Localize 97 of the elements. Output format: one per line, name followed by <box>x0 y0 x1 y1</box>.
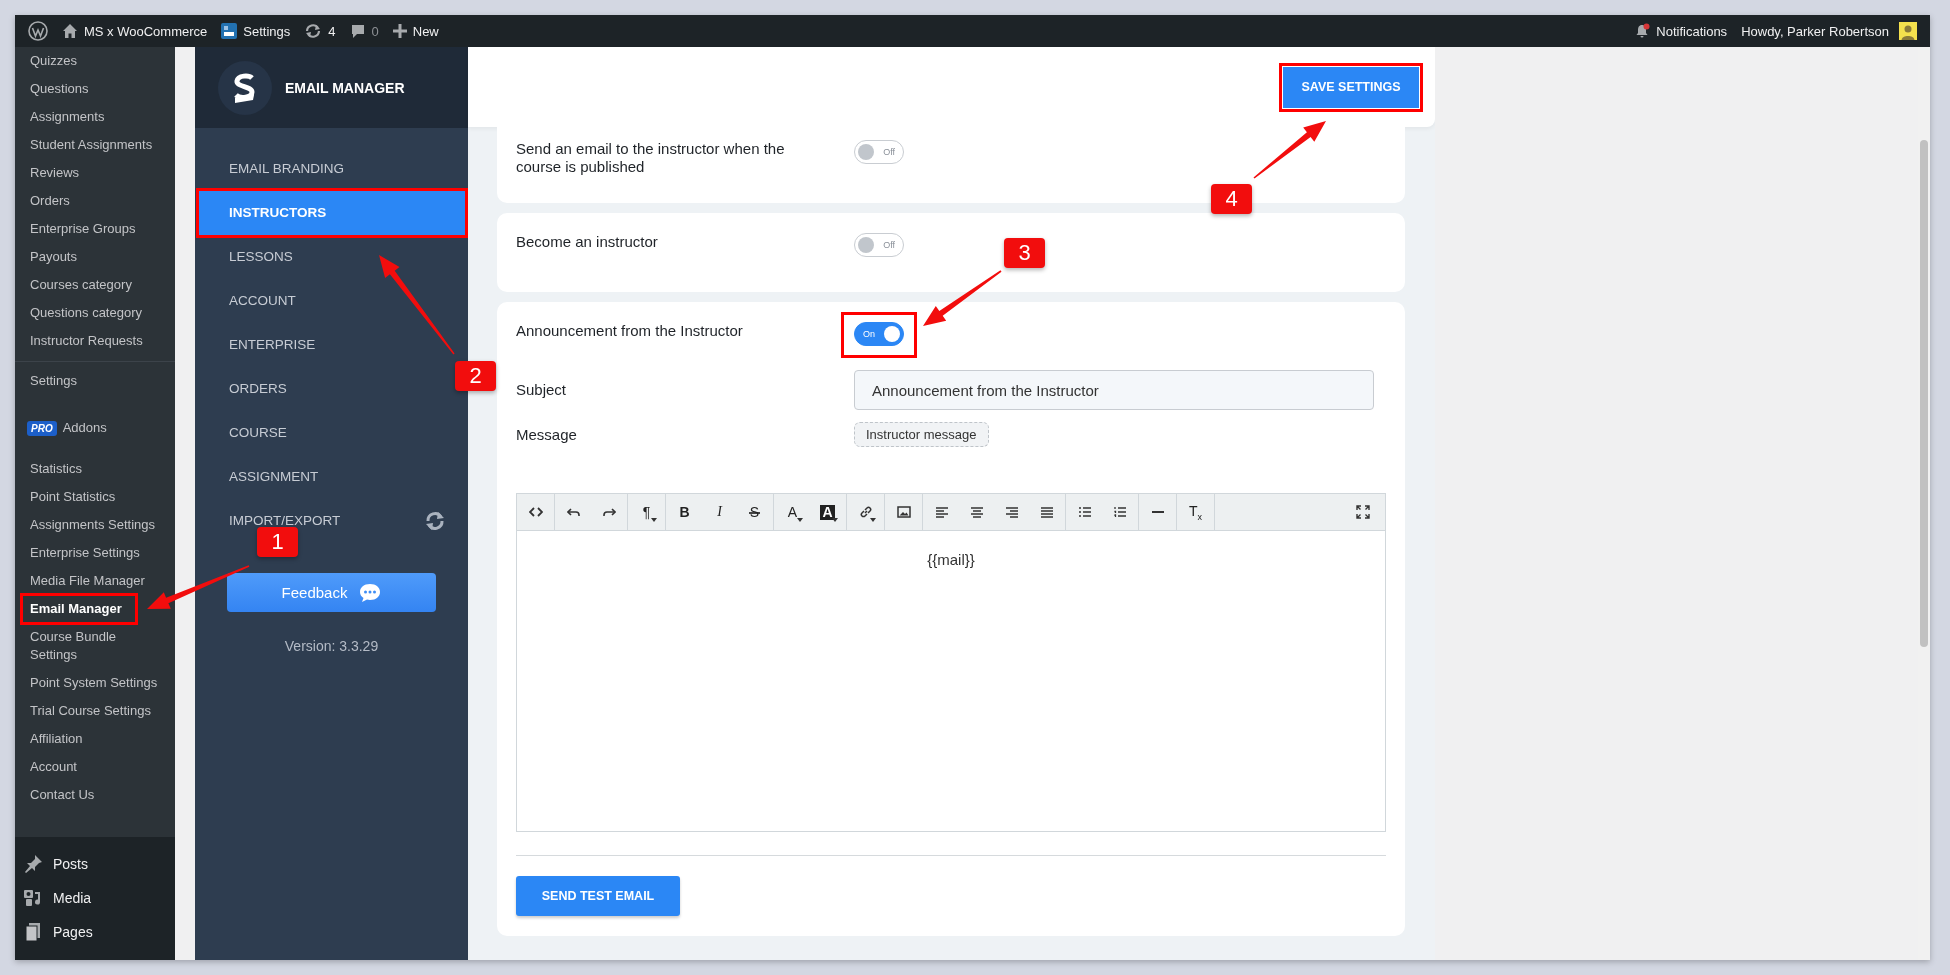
undo-icon[interactable] <box>566 505 581 519</box>
settings-link[interactable]: Settings <box>243 23 291 39</box>
numbered-list-icon[interactable] <box>1112 505 1127 519</box>
media-icon[interactable] <box>23 888 43 908</box>
admin-menu-item[interactable]: Media <box>53 890 92 906</box>
format-button[interactable]: ¶ <box>629 494 664 530</box>
admin-menu-item[interactable]: Enterprise Settings <box>15 539 175 567</box>
version-text: Version: 3.3.29 <box>284 638 379 654</box>
caret-icon <box>832 518 838 522</box>
pages-icon[interactable] <box>23 922 43 942</box>
comments-count[interactable]: 0 <box>371 23 379 39</box>
redo-icon[interactable] <box>601 505 616 519</box>
admin-menu-item[interactable]: Point Statistics <box>15 483 175 511</box>
admin-menu-item[interactable]: Instructor Requests <box>15 327 175 355</box>
placeholder-tag[interactable]: Instructor message <box>854 422 989 447</box>
admin-menu-item[interactable]: Pages <box>53 924 93 940</box>
admin-menu-item[interactable]: Trial Course Settings <box>15 697 175 725</box>
code-icon[interactable] <box>528 505 543 519</box>
plugin-nav-item[interactable]: ENTERPRISE <box>195 335 446 355</box>
sync-icon[interactable] <box>304 23 323 39</box>
setting-label: Announcement from the Instructor <box>516 322 744 340</box>
admin-menu-item[interactable]: Account <box>15 753 175 781</box>
admin-menu-item[interactable]: Questions <box>15 75 175 103</box>
format-button[interactable]: B <box>667 494 702 530</box>
plugin-nav-item[interactable]: INSTRUCTORS <box>199 191 465 235</box>
admin-menu-item[interactable]: Student Assignments <box>15 131 175 159</box>
plugin-nav-item[interactable]: LESSONS <box>195 247 446 267</box>
format-button[interactable]: A <box>810 494 845 530</box>
align-right-icon[interactable] <box>1004 505 1019 519</box>
wordpress-logo-icon[interactable] <box>28 21 48 41</box>
caret-icon <box>797 518 803 522</box>
admin-menu-item[interactable]: Affiliation <box>15 725 175 753</box>
admin-menu-item[interactable]: Enterprise Groups <box>15 215 175 243</box>
editor-text: {{mail}} <box>927 551 975 569</box>
admin-menu-item[interactable]: Courses category <box>15 271 175 299</box>
send-test-email-button[interactable]: SEND TEST EMAIL <box>516 876 680 916</box>
updates-count[interactable]: 4 <box>328 23 336 39</box>
admin-menu-item[interactable]: Statistics <box>15 455 175 483</box>
admin-menu-item[interactable]: Questions category <box>15 299 175 327</box>
plus-icon[interactable] <box>392 24 407 38</box>
admin-menu-item[interactable]: Media File Manager <box>15 567 175 595</box>
caret-icon <box>870 518 876 522</box>
admin-menu-item[interactable]: Payouts <box>15 243 175 271</box>
field-label: Message <box>516 425 578 444</box>
align-left-icon[interactable] <box>934 505 949 519</box>
admin-menu-item[interactable]: Contact Us <box>15 781 175 809</box>
save-settings-button[interactable]: SAVE SETTINGS <box>1283 66 1419 108</box>
admin-menu-item[interactable]: Settings <box>15 367 175 395</box>
plugin-logo-icon <box>218 60 272 115</box>
site-name-link[interactable]: MS x WooCommerce <box>84 23 208 39</box>
caret-icon <box>651 518 657 522</box>
avatar-icon[interactable] <box>1899 22 1917 40</box>
admin-menu-item[interactable]: Quizzes <box>15 47 175 75</box>
format-button[interactable]: T$_{x}$ <box>1178 494 1213 530</box>
plugin-nav-item[interactable]: EMAIL BRANDING <box>195 159 446 179</box>
subject-field[interactable]: Announcement from the Instructor <box>854 370 1374 410</box>
greeting-link[interactable]: Howdy, Parker Robertson <box>1741 23 1889 39</box>
fullscreen-icon[interactable] <box>1355 505 1370 519</box>
format-button[interactable]: A <box>775 494 810 530</box>
step-number-badge: 4 <box>1211 184 1252 214</box>
admin-menu-item[interactable]: Assignments Settings <box>15 511 175 539</box>
home-icon[interactable] <box>62 23 78 39</box>
settings-app-icon[interactable] <box>221 23 238 39</box>
toggle-switch[interactable]: On <box>854 322 904 346</box>
plugin-nav-item[interactable]: COURSE <box>195 423 446 443</box>
admin-menu-item[interactable]: Point System Settings <box>15 669 175 697</box>
admin-menu-item[interactable]: Posts <box>53 856 88 872</box>
admin-menu-item[interactable]: Orders <box>15 187 175 215</box>
sync-icon[interactable] <box>424 510 446 532</box>
admin-menu-item[interactable]: Assignments <box>15 103 175 131</box>
image-icon[interactable] <box>896 505 911 519</box>
plugin-title: EMAIL MANAGER <box>285 79 405 96</box>
new-link[interactable]: New <box>412 23 439 39</box>
step-number-badge: 3 <box>1004 238 1045 268</box>
format-button[interactable]: I <box>702 494 737 530</box>
plugin-nav-item[interactable]: ACCOUNT <box>195 291 446 311</box>
chat-bubble-icon <box>359 582 382 603</box>
setting-label: Become an instructor <box>516 233 659 251</box>
pushpin-icon[interactable] <box>23 854 43 874</box>
align-justify-icon[interactable] <box>1039 505 1054 519</box>
comment-icon[interactable] <box>349 23 366 39</box>
plugin-nav-item[interactable]: ASSIGNMENT <box>195 467 446 487</box>
admin-menu-item[interactable]: Email Manager <box>22 595 136 623</box>
link-icon[interactable] <box>858 505 873 519</box>
admin-menu-item[interactable]: Addons <box>62 414 124 442</box>
pro-badge: PRO <box>27 420 57 436</box>
setting-label: Send an email to the instructor when the course is published <box>516 140 786 176</box>
align-center-icon[interactable] <box>969 505 984 519</box>
notifications-link[interactable]: Notifications <box>1656 23 1728 39</box>
step-number-badge: 1 <box>257 527 298 557</box>
bullet-list-icon[interactable] <box>1077 505 1092 519</box>
plugin-nav-item[interactable]: ORDERS <box>195 379 446 399</box>
admin-menu-item[interactable]: Reviews <box>15 159 175 187</box>
bell-icon[interactable] <box>1634 23 1651 39</box>
admin-menu-item[interactable]: Course Bundle Settings <box>15 623 175 669</box>
step-number-badge: 2 <box>455 361 496 391</box>
field-label: Subject <box>516 381 568 399</box>
